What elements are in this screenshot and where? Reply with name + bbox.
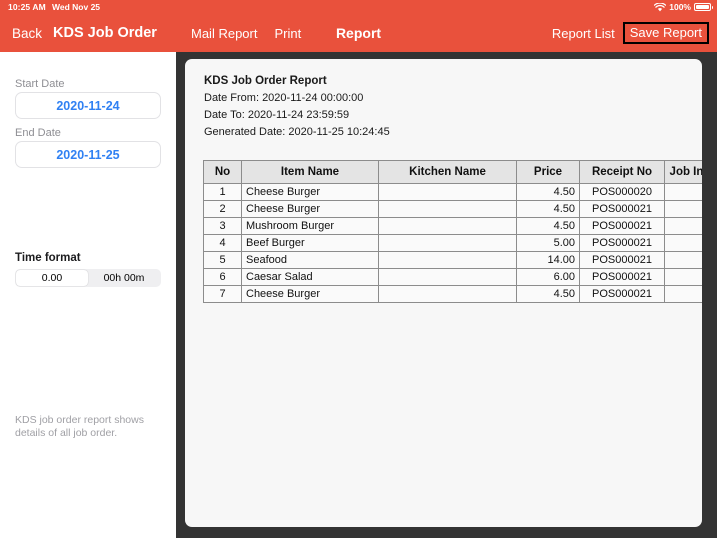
cell-kitchen — [378, 268, 517, 286]
nav-left-group: Back KDS Job Order — [12, 14, 157, 52]
start-date-value: 2020-11-24 — [56, 98, 120, 113]
time-format-option-decimal[interactable]: 0.00 — [16, 270, 88, 286]
cell-item: Cheese Burger — [241, 285, 379, 303]
cell-no: 2 — [203, 200, 242, 218]
navigation-bar: Back KDS Job Order Mail Report Print Rep… — [0, 14, 717, 52]
column-header-job: Job Ind — [664, 160, 702, 184]
table-row: 6Caesar Salad 6.00POS0000215 — [203, 268, 702, 286]
nav-actions-right: Report List Save Report — [552, 14, 709, 52]
nav-actions-left: Mail Report Print — [191, 14, 301, 52]
sidebar-title: KDS Job Order — [53, 25, 157, 41]
table-header-row: No Item Name Kitchen Name Price Receipt … — [203, 160, 702, 184]
status-right-group: 100% — [654, 2, 713, 12]
cell-kitchen — [378, 200, 517, 218]
table-row: 2Cheese Burger 4.50POS0000211 — [203, 200, 702, 218]
report-date-from: Date From: 2020-11-24 00:00:00 — [204, 92, 364, 104]
cell-receipt: POS000021 — [579, 268, 665, 286]
cell-item: Seafood — [241, 251, 379, 269]
start-date-input[interactable]: 2020-11-24 — [15, 92, 161, 119]
battery-percent: 100% — [669, 2, 691, 12]
cell-receipt: POS000021 — [579, 200, 665, 218]
cell-receipt: POS000020 — [579, 183, 665, 201]
cell-price: 6.00 — [516, 268, 580, 286]
report-area: KDS Job Order Report Date From: 2020-11-… — [176, 52, 717, 538]
cell-kitchen — [378, 285, 517, 303]
cell-kitchen — [378, 251, 517, 269]
cell-kitchen — [378, 183, 517, 201]
column-header-price: Price — [516, 160, 580, 184]
cell-price: 4.50 — [516, 200, 580, 218]
table-row: 1Cheese Burger4.50POS0000201 — [203, 183, 702, 201]
cell-item: Cheese Burger — [241, 200, 379, 218]
time-format-segmented-control[interactable]: 0.00 00h 00m — [15, 269, 161, 287]
cell-no: 4 — [203, 234, 242, 252]
cell-job: 6 — [664, 285, 702, 303]
table-body: 1Cheese Burger4.50POS00002012Cheese Burg… — [203, 183, 702, 303]
report-table: No Item Name Kitchen Name Price Receipt … — [203, 160, 702, 303]
report-list-button[interactable]: Report List — [552, 26, 615, 41]
cell-no: 6 — [203, 268, 242, 286]
status-date: Wed Nov 25 — [52, 2, 101, 12]
wifi-icon — [654, 2, 667, 11]
end-date-value: 2020-11-25 — [56, 147, 120, 162]
column-header-kitchen: Kitchen Name — [378, 160, 517, 184]
cell-receipt: POS000021 — [579, 234, 665, 252]
cell-receipt: POS000021 — [579, 285, 665, 303]
cell-price: 4.50 — [516, 285, 580, 303]
cell-job: 4 — [664, 251, 702, 269]
cell-item: Caesar Salad — [241, 268, 379, 286]
ipad-report-screen: 10:25 AM Wed Nov 25 100% Back KDS Job Or… — [0, 0, 717, 538]
cell-job: 1 — [664, 200, 702, 218]
table-row: 7Cheese Burger 4.50POS0000216 — [203, 285, 702, 303]
status-bar: 10:25 AM Wed Nov 25 100% — [0, 0, 717, 14]
table-row: 5Seafood 14.00POS0000214 — [203, 251, 702, 269]
cell-no: 7 — [203, 285, 242, 303]
table-row: 3Mushroom Burger 4.50POS0000212 — [203, 217, 702, 235]
cell-receipt: POS000021 — [579, 217, 665, 235]
back-button[interactable]: Back — [12, 26, 42, 41]
time-format-label: Time format — [15, 252, 81, 264]
cell-job: 3 — [664, 234, 702, 252]
report-date-to: Date To: 2020-11-24 23:59:59 — [204, 109, 350, 121]
report-card: KDS Job Order Report Date From: 2020-11-… — [185, 59, 702, 527]
column-header-item: Item Name — [241, 160, 379, 184]
time-format-option-hhmm[interactable]: 00h 00m — [88, 270, 160, 286]
print-button[interactable]: Print — [274, 26, 301, 41]
cell-job: 5 — [664, 268, 702, 286]
cell-receipt: POS000021 — [579, 251, 665, 269]
cell-price: 4.50 — [516, 183, 580, 201]
sidebar-panel: Start Date 2020-11-24 End Date 2020-11-2… — [0, 52, 176, 538]
cell-no: 5 — [203, 251, 242, 269]
cell-item: Beef Burger — [241, 234, 379, 252]
table-row: 4Beef Burger 5.00POS0000213 — [203, 234, 702, 252]
cell-item: Mushroom Burger — [241, 217, 379, 235]
cell-job: 1 — [664, 183, 702, 201]
cell-price: 4.50 — [516, 217, 580, 235]
report-generated-date: Generated Date: 2020-11-25 10:24:45 — [204, 126, 390, 138]
mail-report-button[interactable]: Mail Report — [191, 26, 257, 41]
cell-kitchen — [378, 234, 517, 252]
cell-item: Cheese Burger — [241, 183, 379, 201]
report-title: KDS Job Order Report — [204, 75, 327, 87]
column-header-no: No — [203, 160, 242, 184]
cell-job: 2 — [664, 217, 702, 235]
save-report-button[interactable]: Save Report — [622, 22, 709, 44]
cell-kitchen — [378, 217, 517, 235]
cell-price: 14.00 — [516, 251, 580, 269]
sidebar-description: KDS job order report shows details of al… — [15, 414, 144, 439]
status-time: 10:25 AM — [8, 2, 46, 12]
end-date-label: End Date — [15, 127, 61, 139]
cell-no: 3 — [203, 217, 242, 235]
column-header-receipt: Receipt No — [579, 160, 665, 184]
cell-no: 1 — [203, 183, 242, 201]
cell-price: 5.00 — [516, 234, 580, 252]
end-date-input[interactable]: 2020-11-25 — [15, 141, 161, 168]
start-date-label: Start Date — [15, 78, 65, 90]
battery-icon — [694, 3, 713, 11]
